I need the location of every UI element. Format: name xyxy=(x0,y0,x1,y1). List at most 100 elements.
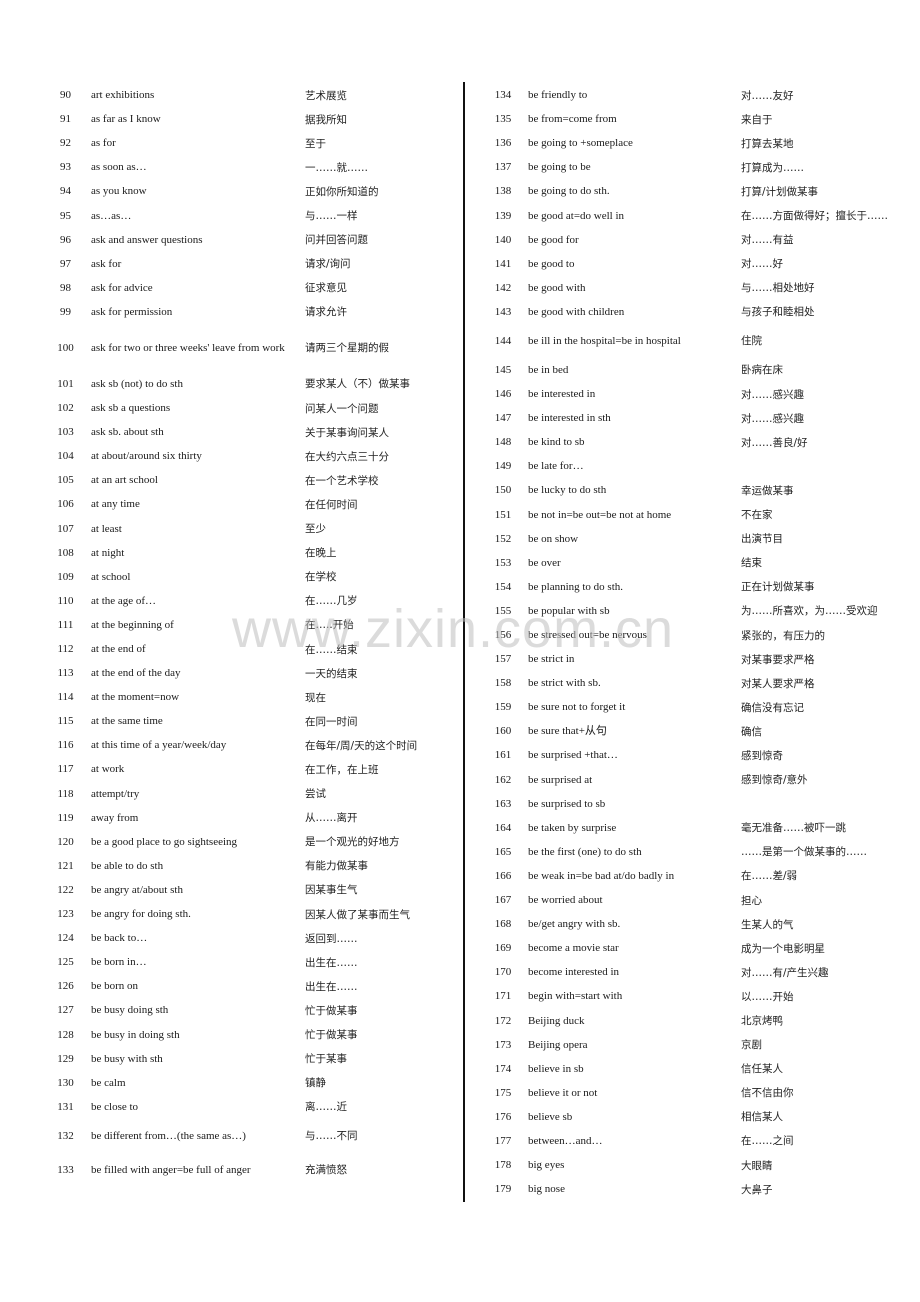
phrase-number: 165 xyxy=(494,845,512,858)
chinese-meaning: 幸运做某事 xyxy=(741,484,794,497)
english-phrase: be surprised to sb xyxy=(528,797,606,810)
chinese-meaning: 对……有益 xyxy=(741,234,794,247)
phrase-row: 155 be popular with sb 为……所喜欢，为……受欢迎 xyxy=(478,599,920,623)
phrase-number: 154 xyxy=(494,580,512,593)
english-phrase: be/get angry with sb. xyxy=(528,918,621,931)
english-phrase: become interested in xyxy=(528,966,620,979)
english-phrase: be good with xyxy=(528,281,586,294)
chinese-meaning: 与……一样 xyxy=(305,210,358,223)
english-phrase: be kind to sb xyxy=(528,436,585,449)
phrase-number: 99 xyxy=(60,305,71,318)
english-phrase: be interested in xyxy=(528,388,596,401)
phrase-number: 95 xyxy=(60,209,71,222)
phrase-row: 119 away from 从……离开 xyxy=(40,806,460,830)
chinese-meaning: 至于 xyxy=(305,137,326,150)
english-phrase: be on show xyxy=(528,532,579,545)
phrase-row: 136 be going to +someplace 打算去某地 xyxy=(478,131,920,155)
chinese-meaning: 不在家 xyxy=(741,509,773,522)
phrase-row: 137 be going to be 打算成为…… xyxy=(478,155,920,179)
phrase-number: 139 xyxy=(494,209,512,222)
phrase-row: 113 at the end of the day 一天的结束 xyxy=(40,661,460,685)
phrase-row: 105 at an art school 在一个艺术学校 xyxy=(40,468,460,492)
phrase-row: 122 be angry at/about sth 因某事生气 xyxy=(40,878,460,902)
english-phrase: be sure that+从句 xyxy=(528,725,607,738)
english-phrase: believe it or not xyxy=(528,1086,598,1099)
english-phrase: be going to do sth. xyxy=(528,185,610,198)
phrase-row: 110 at the age of… 在……几岁 xyxy=(40,589,460,613)
phrase-row: 125 be born in… 出生在…… xyxy=(40,950,460,974)
phrase-number: 137 xyxy=(494,161,512,174)
phrase-row: 130 be calm 镇静 xyxy=(40,1071,460,1095)
phrase-row: 127 be busy doing sth 忙于做某事 xyxy=(40,998,460,1022)
english-phrase: be ill in the hospital=be in hospital xyxy=(528,334,681,347)
phrase-number: 118 xyxy=(57,787,74,800)
phrase-row: 98 ask for advice 征求意见 xyxy=(40,276,460,300)
english-phrase: big nose xyxy=(528,1183,565,1196)
phrase-row: 93 as soon as… 一……就…… xyxy=(40,155,460,179)
english-phrase: be planning to do sth. xyxy=(528,580,624,593)
english-phrase: at school xyxy=(91,570,131,583)
phrase-row: 116 at this time of a year/week/day 在每年/… xyxy=(40,733,460,757)
chinese-meaning: 在…..开始 xyxy=(305,619,354,632)
chinese-meaning: 现在 xyxy=(305,691,326,704)
chinese-meaning: 忙于某事 xyxy=(305,1053,347,1066)
english-phrase: ask sb a questions xyxy=(91,402,171,415)
phrase-number: 105 xyxy=(57,474,74,487)
english-phrase: be different from…(the same as…) xyxy=(91,1129,246,1142)
chinese-meaning: 住院 xyxy=(741,335,762,348)
phrase-row: 118 attempt/try 尝试 xyxy=(40,782,460,806)
chinese-meaning: 信任某人 xyxy=(741,1063,783,1076)
english-phrase: be late for… xyxy=(528,460,584,473)
phrase-row: 95 as…as… 与……一样 xyxy=(40,203,460,227)
phrase-number: 162 xyxy=(494,773,512,786)
phrase-number: 98 xyxy=(60,281,71,294)
english-phrase: be busy in doing sth xyxy=(91,1028,180,1041)
chinese-meaning: 打算去某地 xyxy=(741,137,794,150)
phrase-row: 135 be from=come from 来自于 xyxy=(478,107,920,131)
english-phrase: be popular with sb xyxy=(528,604,610,617)
phrase-number: 96 xyxy=(60,233,71,246)
phrase-number: 97 xyxy=(60,257,71,270)
phrase-number: 93 xyxy=(60,161,71,174)
phrase-row: 148 be kind to sb 对……善良/好 xyxy=(478,430,920,454)
phrase-row: 92 as for 至于 xyxy=(40,131,460,155)
phrase-row: 150 be lucky to do sth 幸运做某事 xyxy=(478,478,920,502)
phrase-number: 111 xyxy=(57,618,74,631)
english-phrase: at least xyxy=(91,522,122,535)
phrase-number: 153 xyxy=(494,556,512,569)
phrase-row: 142 be good with 与……相处地好 xyxy=(478,276,920,300)
phrase-number: 115 xyxy=(57,715,74,728)
phrase-number: 108 xyxy=(57,546,74,559)
chinese-meaning: 对……友好 xyxy=(741,89,794,102)
english-phrase: at the end of xyxy=(91,643,146,656)
phrase-row: 143 be good with children 与孩子和睦相处 xyxy=(478,300,920,324)
phrase-row: 94 as you know 正如你所知道的 xyxy=(40,179,460,203)
chinese-meaning: 大眼睛 xyxy=(741,1159,773,1172)
phrase-number: 121 xyxy=(57,859,74,872)
chinese-meaning: 与……相处地好 xyxy=(741,282,815,295)
phrase-number: 109 xyxy=(57,570,74,583)
phrase-number: 169 xyxy=(494,942,512,955)
chinese-meaning: 一……就…… xyxy=(305,161,368,174)
phrase-number: 92 xyxy=(60,137,71,150)
english-phrase: be angry at/about sth xyxy=(91,883,183,896)
english-phrase: be close to xyxy=(91,1100,139,1113)
chinese-meaning: 卧病在床 xyxy=(741,364,783,377)
english-phrase: between…and… xyxy=(528,1134,603,1147)
chinese-meaning: 返回到…… xyxy=(305,932,358,945)
english-phrase: be stressed out=be nervous xyxy=(528,629,647,642)
phrase-row: 167 be worried about 担心 xyxy=(478,888,920,912)
phrase-row: 115 at the same time 在同一时间 xyxy=(40,709,460,733)
english-phrase: at the beginning of xyxy=(91,618,174,631)
english-phrase: big eyes xyxy=(528,1159,565,1172)
english-phrase: at this time of a year/week/day xyxy=(91,739,227,752)
english-phrase: attempt/try xyxy=(91,787,140,800)
phrase-number: 166 xyxy=(494,869,512,882)
phrase-row: 139 be good at=do well in 在……方面做得好；擅长于…… xyxy=(478,203,920,227)
english-phrase: believe in sb xyxy=(528,1062,584,1075)
phrase-row: 124 be back to… 返回到…… xyxy=(40,926,460,950)
english-phrase: be worried about xyxy=(528,894,603,907)
chinese-meaning: 请求/询问 xyxy=(305,258,351,271)
chinese-meaning: 以……开始 xyxy=(741,990,794,1003)
chinese-meaning: 感到惊奇 xyxy=(741,749,783,762)
